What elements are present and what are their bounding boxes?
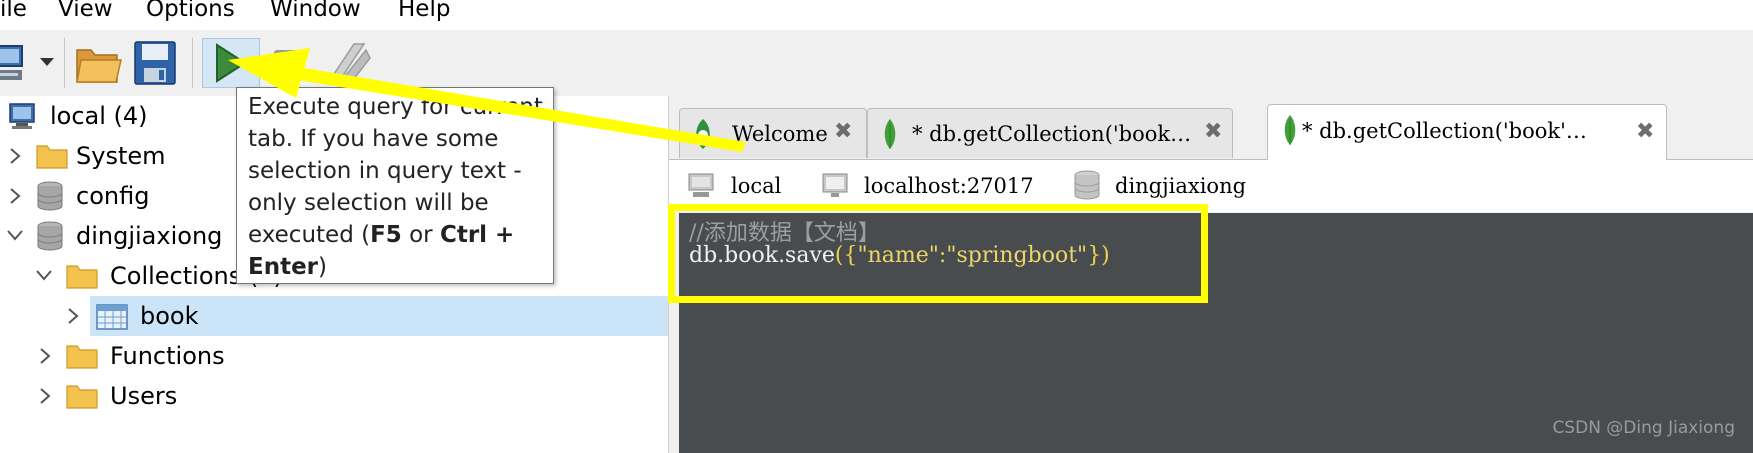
tree-item-label: System bbox=[76, 142, 166, 170]
connect-button[interactable] bbox=[0, 40, 30, 86]
mongodb-leaf-icon bbox=[884, 119, 896, 149]
chevron-right-icon[interactable] bbox=[8, 146, 22, 166]
menu-window[interactable]: Window bbox=[270, 0, 361, 24]
tree-item-label: Functions bbox=[110, 342, 225, 370]
save-button[interactable] bbox=[132, 38, 178, 88]
tab-label: * db.getCollection('book'… bbox=[1302, 119, 1587, 143]
tree-item-users[interactable]: Users bbox=[0, 376, 668, 416]
menu-help[interactable]: Help bbox=[398, 0, 450, 24]
monitor-icon bbox=[822, 173, 848, 197]
tooltip-middle: or bbox=[401, 222, 440, 248]
tooltip-text: Execute query for current tab. If you ha… bbox=[248, 91, 548, 283]
save-disk-icon bbox=[134, 41, 176, 85]
tab-welcome[interactable]: Welcome ✖ bbox=[679, 108, 867, 158]
chevron-down-icon[interactable] bbox=[5, 228, 25, 242]
tab-label: * db.getCollection('book… bbox=[912, 122, 1192, 146]
menu-bar: ile View Options Window Help bbox=[0, 0, 1753, 30]
tab-query-2[interactable]: * db.getCollection('book'… ✖ bbox=[1267, 104, 1667, 160]
server-icon bbox=[688, 173, 714, 197]
tree-item-label: Users bbox=[110, 382, 178, 410]
mongodb-leaf-icon bbox=[696, 119, 710, 149]
breadcrumb-server: local bbox=[731, 174, 782, 198]
orientation-icon bbox=[328, 43, 371, 85]
database-icon bbox=[37, 221, 63, 251]
menu-file[interactable]: ile bbox=[0, 0, 27, 24]
orientation-button[interactable] bbox=[324, 38, 374, 88]
tree-item-label: local (4) bbox=[50, 102, 148, 130]
open-button[interactable] bbox=[74, 38, 122, 88]
play-icon bbox=[216, 43, 247, 83]
folder-icon bbox=[66, 385, 98, 409]
stop-icon bbox=[274, 50, 304, 78]
stop-button[interactable] bbox=[268, 42, 310, 86]
tree-item-functions[interactable]: Functions bbox=[0, 336, 668, 376]
toolbar-separator bbox=[64, 38, 65, 88]
menu-view[interactable]: View bbox=[58, 0, 113, 24]
tab-query-1[interactable]: * db.getCollection('book… ✖ bbox=[867, 108, 1233, 158]
close-icon[interactable]: ✖ bbox=[1204, 119, 1222, 144]
chevron-right-icon[interactable] bbox=[38, 346, 52, 366]
tree-item-label: dingjiaxiong bbox=[76, 222, 223, 250]
folder-open-icon bbox=[76, 49, 122, 83]
chevron-down-icon[interactable] bbox=[34, 268, 54, 282]
folder-icon bbox=[66, 345, 98, 369]
connect-icon bbox=[0, 45, 23, 80]
collection-table-icon bbox=[96, 304, 128, 330]
folder-icon bbox=[36, 145, 68, 169]
close-icon[interactable]: ✖ bbox=[1636, 119, 1654, 144]
tree-item-label: book bbox=[140, 302, 199, 330]
chevron-right-icon[interactable] bbox=[66, 306, 80, 326]
watermark: CSDN @Ding Jiaxiong bbox=[1552, 418, 1735, 438]
execute-tooltip: Execute query for current tab. If you ha… bbox=[236, 87, 554, 284]
breadcrumb-database: dingjiaxiong bbox=[1115, 174, 1247, 198]
mongodb-leaf-icon bbox=[1284, 115, 1296, 145]
annotation-highlight-box bbox=[668, 204, 1208, 303]
execute-button[interactable] bbox=[202, 38, 260, 88]
tree-item-label: config bbox=[76, 182, 150, 210]
tooltip-suffix: ) bbox=[318, 254, 328, 280]
database-icon bbox=[1074, 170, 1100, 200]
connect-dropdown-arrow-icon[interactable] bbox=[38, 54, 56, 73]
breadcrumb-host: localhost:27017 bbox=[864, 174, 1034, 198]
tooltip-key-f5: F5 bbox=[370, 222, 402, 248]
menu-options[interactable]: Options bbox=[146, 0, 235, 24]
toolbar-separator bbox=[192, 38, 193, 88]
server-icon bbox=[9, 103, 35, 129]
chevron-right-icon[interactable] bbox=[8, 186, 22, 206]
chevron-right-icon[interactable] bbox=[38, 386, 52, 406]
folder-icon bbox=[66, 265, 98, 289]
database-icon bbox=[37, 181, 63, 211]
close-icon[interactable]: ✖ bbox=[834, 119, 852, 144]
tab-label: Welcome bbox=[732, 122, 828, 146]
tree-item-book[interactable]: book bbox=[90, 296, 668, 336]
